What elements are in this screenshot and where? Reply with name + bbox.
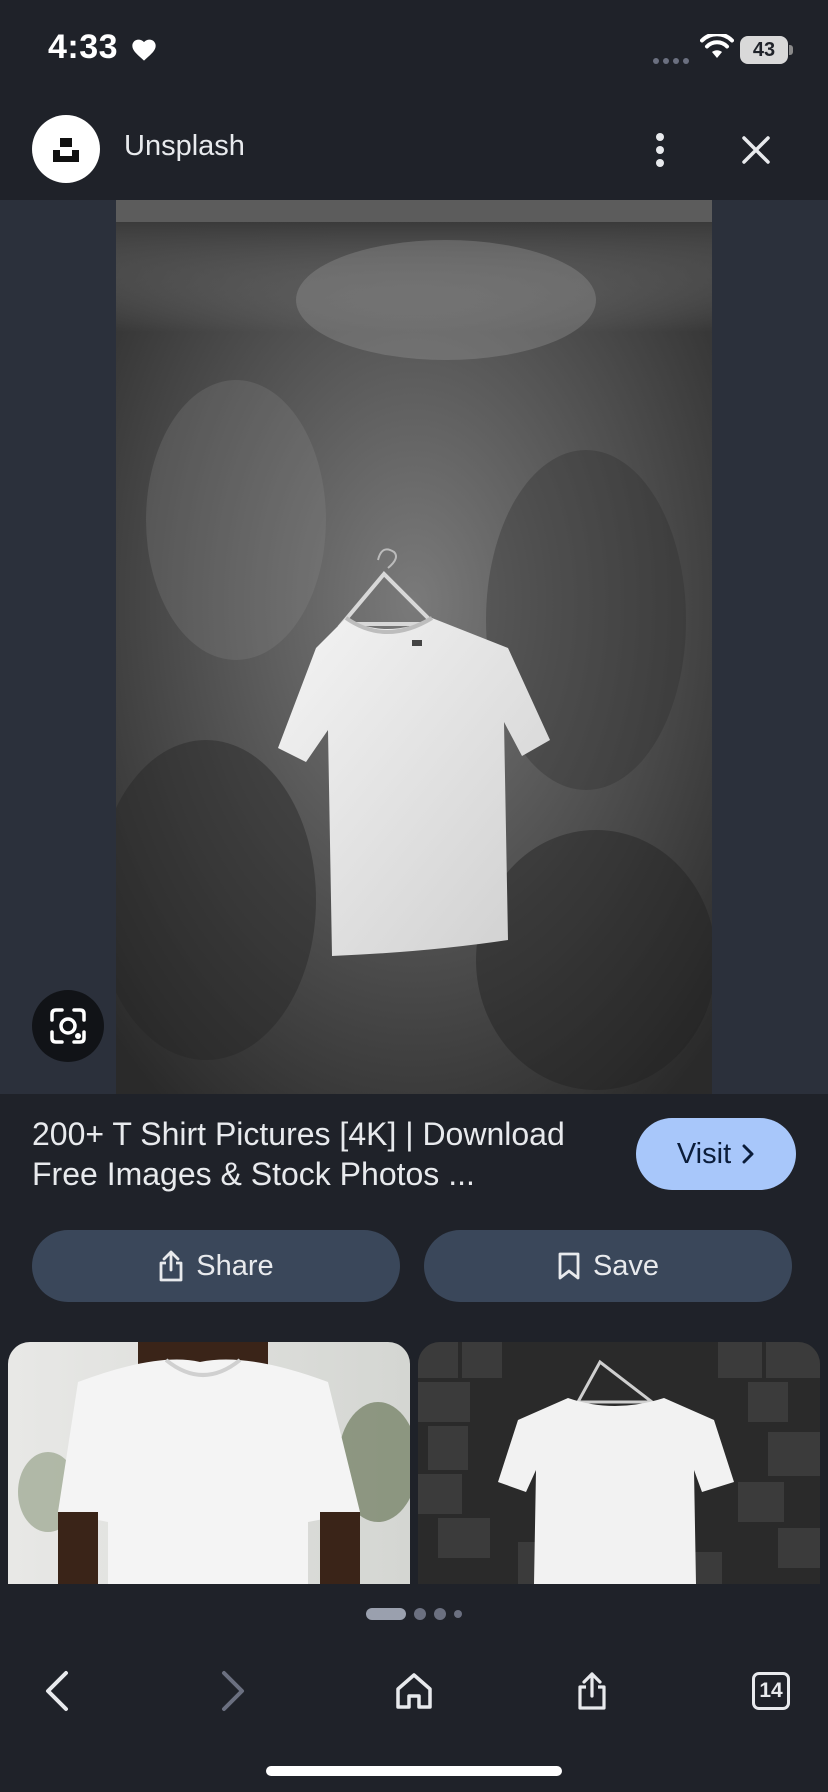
tabs-count: 14	[752, 1672, 790, 1710]
image-viewer-header: Unsplash	[0, 100, 828, 200]
chevron-right-icon	[742, 1144, 754, 1164]
back-button[interactable]	[22, 1656, 92, 1726]
close-button[interactable]	[730, 122, 782, 178]
save-label: Save	[592, 1249, 660, 1282]
heart-icon	[130, 36, 158, 67]
forward-button[interactable]	[198, 1656, 268, 1726]
cellular-signal-icon	[652, 52, 692, 70]
home-icon	[396, 1673, 432, 1709]
image-preview-area	[0, 200, 828, 1094]
carousel-pager	[0, 1604, 828, 1624]
share-label: Share	[196, 1249, 274, 1282]
related-image-thumbnail[interactable]	[8, 1342, 410, 1584]
home-indicator[interactable]	[266, 1766, 562, 1776]
more-options-button[interactable]	[640, 122, 680, 178]
visit-button[interactable]: Visit	[636, 1118, 796, 1190]
google-lens-button[interactable]	[32, 990, 104, 1062]
more-vert-icon	[656, 133, 664, 167]
share-icon	[578, 1672, 606, 1710]
bottom-toolbar: 14	[0, 1636, 828, 1756]
close-icon	[742, 136, 770, 164]
site-name[interactable]: Unsplash	[124, 130, 245, 163]
status-bar: 4:33 43	[0, 0, 828, 100]
pager-dot[interactable]	[434, 1608, 446, 1620]
related-image-thumbnail[interactable]	[418, 1342, 820, 1584]
result-title[interactable]: 200+ T Shirt Pictures [4K] | Download Fr…	[32, 1114, 622, 1194]
battery-indicator: 43	[740, 36, 788, 64]
chevron-left-icon	[46, 1671, 68, 1711]
t-shirt-on-concrete-wall-image[interactable]	[116, 200, 712, 1094]
save-button[interactable]: Save	[424, 1230, 792, 1302]
tabs-button[interactable]: 14	[736, 1656, 806, 1726]
battery-tip	[789, 45, 793, 55]
home-button[interactable]	[379, 1656, 449, 1726]
unsplash-logo-icon	[32, 115, 100, 183]
visit-label: Visit	[676, 1137, 732, 1170]
wifi-icon	[700, 32, 734, 65]
status-time: 4:33	[48, 28, 119, 66]
pager-dot[interactable]	[454, 1610, 462, 1618]
pager-dot[interactable]	[414, 1608, 426, 1620]
share-button[interactable]: Share	[32, 1230, 400, 1302]
chevron-right-icon	[222, 1671, 244, 1711]
bookmark-icon	[558, 1252, 580, 1280]
share-icon	[159, 1250, 183, 1282]
pager-dot-active[interactable]	[366, 1608, 406, 1620]
toolbar-share-button[interactable]	[557, 1656, 627, 1726]
google-lens-icon	[50, 1008, 86, 1044]
